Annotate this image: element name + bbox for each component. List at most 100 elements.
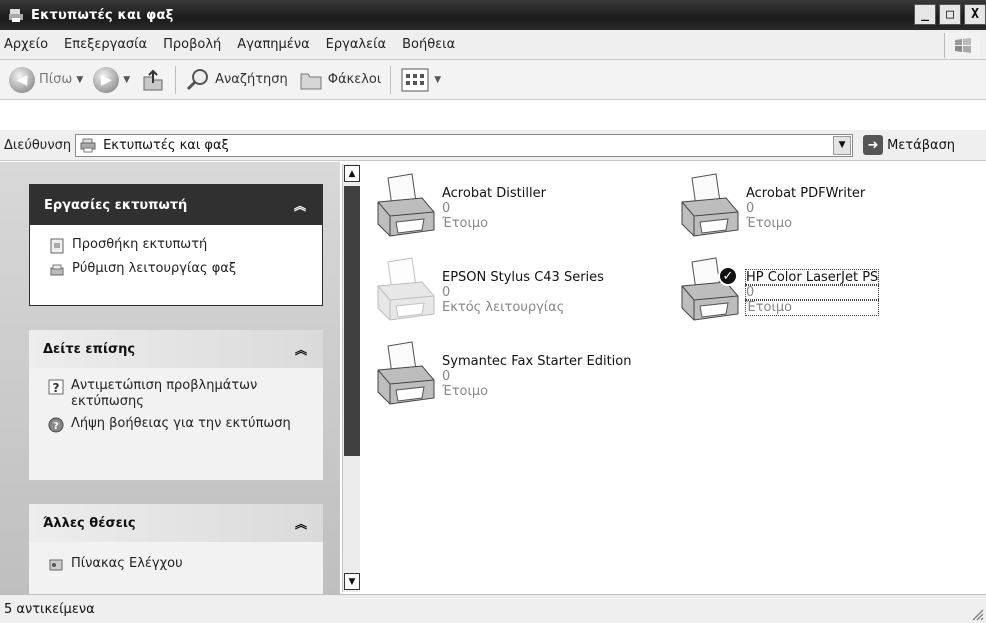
printer-offline-icon [372, 256, 442, 328]
add-printer-link[interactable]: Προσθήκη εκτυπωτή [30, 233, 322, 257]
menu-tools[interactable]: Εργαλεία [318, 37, 394, 52]
folders-label: Φάκελοι [327, 72, 382, 87]
resize-grip-icon[interactable] [970, 607, 984, 621]
go-label: Μετάβαση [887, 137, 956, 153]
svg-text:?: ? [53, 381, 60, 395]
other-places-header[interactable]: Άλλες θέσεις ︽ [29, 504, 323, 542]
printer-status: Εκτός λειτουργίας [442, 300, 565, 315]
troubleshoot-link[interactable]: ? Αντιμετώπιση προβλημάτων εκτύπωσης [29, 374, 323, 412]
printer-item[interactable]: Acrobat Distiller 0 Έτοιμο [372, 172, 672, 244]
forward-button[interactable]: ▶ ▼ [88, 64, 135, 96]
task-pane: Εργασίες εκτυπωτή ︽ Προσθήκη εκτυπωτή Ρύ… [0, 162, 340, 594]
see-also-header[interactable]: Δείτε επίσης ︽ [29, 330, 323, 368]
printer-item-selected[interactable]: ✓ HP Color LaserJet PS 0 Έτοιμο [676, 256, 976, 328]
printers-folder-icon [9, 9, 23, 22]
windows-logo-icon [944, 33, 980, 58]
collapse-chevron-icon[interactable]: ︽ [295, 341, 307, 358]
collapse-chevron-icon[interactable]: ︽ [295, 515, 307, 532]
menu-bar: Αρχείο Επεξεργασία Προβολή Αγαπημένα Εργ… [0, 30, 986, 60]
printer-name: Acrobat PDFWriter [746, 186, 866, 201]
window-title: Εκτυπωτές και φαξ [31, 7, 174, 23]
printer-doc-count: 0 [442, 285, 451, 300]
printer-status: Έτοιμο [744, 299, 880, 316]
add-printer-icon [48, 237, 66, 255]
back-arrow-icon: ◀ [9, 66, 35, 93]
minimize-button[interactable]: _ [914, 4, 936, 25]
get-help-link[interactable]: ? Λήψη βοήθειας για την εκτύπωση [29, 412, 323, 436]
address-dropdown-icon[interactable]: ▼ [833, 135, 852, 155]
printer-tasks-title: Εργασίες εκτυπωτή [44, 197, 188, 213]
printer-status: Έτοιμο [746, 216, 793, 231]
printer-status: Έτοιμο [442, 384, 489, 399]
address-label: Διεύθυνση [4, 137, 72, 153]
up-folder-button[interactable] [135, 64, 171, 96]
menu-edit[interactable]: Επεξεργασία [56, 37, 155, 52]
troubleshoot-label: Αντιμετώπιση προβλημάτων εκτύπωσης [71, 378, 258, 409]
help-icon: ? [47, 416, 65, 434]
views-dropdown-icon[interactable]: ▼ [434, 75, 441, 85]
printer-name: HP Color LaserJet PS [744, 269, 880, 286]
address-field[interactable]: Εκτυπωτές και φαξ ▼ [75, 133, 854, 157]
see-also-panel: Δείτε επίσης ︽ ? Αντιμετώπιση προβλημάτω… [29, 330, 323, 480]
toolbar-separator [175, 65, 177, 94]
search-label: Αναζήτηση [215, 72, 288, 87]
search-icon [187, 68, 209, 90]
status-text: 5 αντικείμενα [4, 601, 95, 617]
toolbar: ◀ Πίσω ▼ ▶ ▼ Αναζήτηση Φάκελοι ▼ [0, 60, 986, 100]
printer-icon [372, 172, 442, 244]
menu-help[interactable]: Βοήθεια [394, 37, 463, 52]
printer-doc-count: 0 [744, 284, 880, 301]
scroll-down-arrow-icon[interactable]: ▼ [344, 573, 360, 590]
printer-name: Acrobat Distiller [442, 186, 546, 201]
up-folder-icon [143, 69, 163, 90]
printer-item[interactable]: EPSON Stylus C43 Series 0 Εκτός λειτουργ… [372, 256, 672, 328]
see-also-title: Δείτε επίσης [43, 341, 136, 357]
menu-favorites[interactable]: Αγαπημένα [229, 37, 317, 52]
fax-printer-icon [372, 340, 442, 412]
menu-file[interactable]: Αρχείο [0, 37, 56, 52]
scroll-up-arrow-icon[interactable]: ▲ [344, 165, 360, 182]
svg-text:?: ? [53, 421, 59, 432]
printer-item[interactable]: Symantec Fax Starter Edition 0 Έτοιμο [372, 340, 672, 412]
printer-item[interactable]: Acrobat PDFWriter 0 Έτοιμο [676, 172, 976, 244]
status-bar: 5 αντικείμενα [0, 594, 986, 623]
task-pane-scrollbar[interactable]: ▲ ▼ [342, 164, 360, 592]
printer-tasks-header[interactable]: Εργασίες εκτυπωτή ︽ [30, 185, 322, 225]
toolbar-separator [390, 65, 392, 94]
address-value: Εκτυπωτές και φαξ [103, 137, 229, 153]
fax-setup-link[interactable]: Ρύθμιση λειτουργίας φαξ [30, 257, 322, 281]
maximize-button[interactable]: □ [939, 4, 961, 25]
printer-name: EPSON Stylus C43 Series [442, 270, 604, 285]
forward-arrow-icon: ▶ [93, 66, 120, 93]
close-button[interactable]: X [964, 4, 986, 25]
printer-list: Acrobat Distiller 0 Έτοιμο Acrobat PDFWr… [362, 164, 986, 594]
address-bar: Διεύθυνση Εκτυπωτές και φαξ ▼ ➜ Μετάβαση [0, 130, 986, 161]
views-button[interactable]: ▼ [395, 64, 446, 96]
control-panel-link[interactable]: Πίνακας Ελέγχου [29, 552, 323, 576]
printer-tasks-panel: Εργασίες εκτυπωτή ︽ Προσθήκη εκτυπωτή Ρύ… [29, 184, 323, 306]
forward-dropdown-icon[interactable]: ▼ [123, 75, 130, 85]
folders-icon [300, 73, 322, 89]
printer-doc-count: 0 [442, 201, 451, 216]
back-button[interactable]: ◀ Πίσω ▼ [4, 64, 88, 96]
views-grid-icon [401, 68, 429, 91]
control-panel-icon [47, 556, 65, 574]
go-arrow-icon: ➜ [863, 135, 884, 155]
default-printer-check-icon: ✓ [718, 266, 738, 286]
add-printer-label: Προσθήκη εκτυπωτή [72, 237, 208, 252]
get-help-label: Λήψη βοήθειας για την εκτύπωση [71, 416, 291, 431]
printer-name: Symantec Fax Starter Edition [442, 354, 632, 369]
printer-status: Έτοιμο [442, 216, 489, 231]
back-dropdown-icon[interactable]: ▼ [76, 75, 83, 85]
folders-button[interactable]: Φάκελοι [293, 64, 387, 96]
collapse-chevron-icon[interactable]: ︽ [294, 197, 306, 214]
back-label: Πίσω [39, 72, 73, 87]
go-button[interactable]: ➜ Μετάβαση [863, 135, 955, 155]
printers-folder-icon [80, 138, 96, 153]
menu-view[interactable]: Προβολή [155, 37, 229, 52]
printer-icon [676, 172, 746, 244]
scroll-thumb[interactable] [344, 186, 360, 456]
fax-setup-label: Ρύθμιση λειτουργίας φαξ [72, 261, 237, 276]
search-button[interactable]: Αναζήτηση [180, 64, 293, 96]
fax-icon [48, 261, 66, 279]
